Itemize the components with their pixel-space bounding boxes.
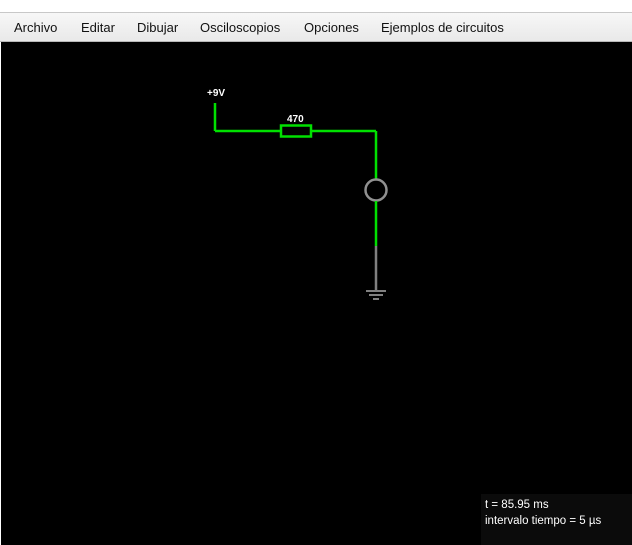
circuit-canvas[interactable]: +9V 470 <box>1 42 632 545</box>
simulation-time-text: t = 85.95 ms <box>485 499 549 511</box>
menu-osciloscopios[interactable]: Osciloscopios <box>200 20 280 35</box>
menu-editar[interactable]: Editar <box>81 20 115 35</box>
menu-bar: Archivo Editar Dibujar Osciloscopios Opc… <box>0 13 632 42</box>
menu-opciones[interactable]: Opciones <box>304 20 359 35</box>
resistor-value-label: 470 <box>287 114 304 125</box>
circuit-drawing: +9V 470 <box>207 88 388 300</box>
resistor[interactable] <box>279 124 313 138</box>
lamp-element[interactable] <box>364 178 388 202</box>
simulation-info-panel: t = 85.95 ms intervalo tiempo = 5 µs <box>481 494 632 545</box>
ground-symbol[interactable] <box>366 290 386 300</box>
voltage-source-label: +9V <box>207 88 225 99</box>
simulator-window: Archivo Editar Dibujar Osciloscopios Opc… <box>0 0 632 545</box>
menu-ejemplos-de-circuitos[interactable]: Ejemplos de circuitos <box>381 20 504 35</box>
time-step-text: intervalo tiempo = 5 µs <box>485 515 602 527</box>
window-top-strip <box>0 0 632 13</box>
menu-dibujar[interactable]: Dibujar <box>137 20 178 35</box>
menu-archivo[interactable]: Archivo <box>14 20 57 35</box>
